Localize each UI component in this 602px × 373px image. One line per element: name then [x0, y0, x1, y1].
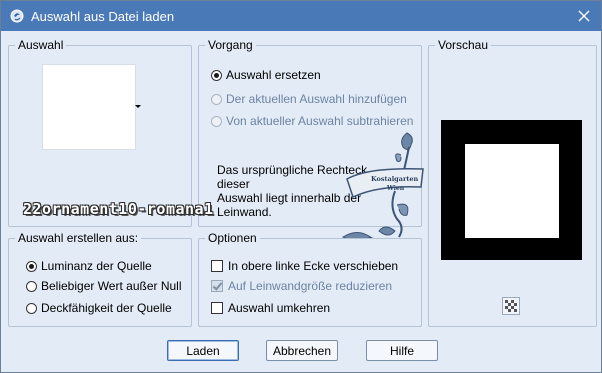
ornament-text-2: Wien — [386, 185, 405, 192]
radio-nonzero-value[interactable]: Beliebiger Wert außer Null — [26, 278, 182, 294]
checkbox[interactable] — [211, 302, 223, 314]
radio-button[interactable] — [26, 302, 37, 314]
checkbox-reduce-canvas[interactable]: Auf Leinwandgröße reduzieren — [211, 278, 392, 294]
cancel-button[interactable]: Abbrechen — [266, 340, 338, 361]
radio-button[interactable] — [211, 93, 222, 105]
radio-label: Auswahl ersetzen — [226, 68, 321, 82]
window-title: Auswahl aus Datei laden — [31, 9, 175, 24]
close-icon — [578, 10, 590, 22]
group-label-optionen: Optionen — [205, 231, 260, 245]
load-button[interactable]: Laden — [167, 340, 239, 361]
radio-button[interactable] — [211, 69, 222, 81]
group-label-erstellen: Auswahl erstellen aus: — [15, 231, 142, 245]
radio-label: Deckfähigkeit der Quelle — [41, 301, 172, 315]
group-label-auswahl: Auswahl — [15, 38, 67, 52]
radio-label: Luminanz der Quelle — [41, 259, 152, 273]
checkbox-label: In obere linke Ecke verschieben — [228, 259, 399, 273]
checkbox[interactable] — [211, 280, 223, 292]
radio-source-opacity[interactable]: Deckfähigkeit der Quelle — [26, 300, 172, 316]
help-button[interactable]: Hilfe — [366, 340, 438, 361]
group-label-vorschau: Vorschau — [435, 38, 492, 52]
checkbox-label: Auswahl umkehren — [228, 301, 331, 315]
group-label-vorgang: Vorgang — [205, 38, 256, 52]
radio-label: Beliebiger Wert außer Null — [41, 279, 182, 293]
title-bar[interactable]: Auswahl aus Datei laden — [1, 1, 601, 31]
ornament-text-1: Kostalgarten — [371, 175, 419, 183]
app-icon — [10, 9, 24, 23]
selection-thumbnail[interactable] — [42, 64, 136, 150]
radio-add-selection[interactable]: Der aktuellen Auswahl hinzufügen — [211, 91, 407, 107]
preview-selection — [465, 144, 559, 238]
dialog-window: Auswahl aus Datei laden Auswahl Vorgang … — [0, 0, 602, 373]
checkbox-label: Auf Leinwandgröße reduzieren — [228, 279, 393, 293]
radio-button[interactable] — [26, 260, 37, 272]
checkerboard-icon[interactable] — [502, 297, 520, 315]
checkbox-invert-selection[interactable]: Auswahl umkehren — [211, 300, 330, 316]
ornament-watermark-icon: Kostalgarten Wien — [341, 132, 424, 243]
close-button[interactable] — [571, 5, 597, 27]
checkbox[interactable] — [211, 260, 223, 272]
radio-label: Der aktuellen Auswahl hinzufügen — [226, 92, 407, 106]
radio-label: Von aktueller Auswahl subtrahieren — [226, 114, 414, 128]
watermark-text: 22ornament10-romana1 — [23, 200, 214, 218]
radio-source-luminance[interactable]: Luminanz der Quelle — [26, 258, 152, 274]
thumbnail-dropdown-icon[interactable] — [135, 105, 141, 108]
checkbox-move-top-left[interactable]: In obere linke Ecke verschieben — [211, 258, 398, 274]
radio-button[interactable] — [211, 115, 222, 127]
radio-button[interactable] — [26, 280, 37, 292]
radio-replace-selection[interactable]: Auswahl ersetzen — [211, 67, 321, 83]
